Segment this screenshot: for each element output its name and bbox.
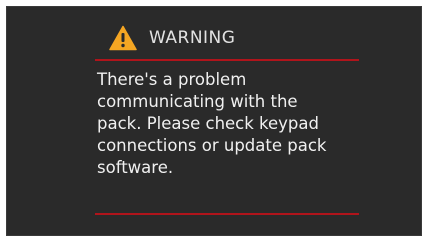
top-divider — [95, 59, 359, 61]
warning-screen: WARNING There's a problem communicating … — [6, 6, 422, 236]
dialog-header: WARNING — [109, 21, 235, 55]
bottom-divider — [95, 213, 359, 215]
dialog-message: There's a problem communicating with the… — [97, 70, 327, 177]
warning-triangle-icon — [109, 25, 137, 51]
dialog-title: WARNING — [149, 28, 236, 48]
